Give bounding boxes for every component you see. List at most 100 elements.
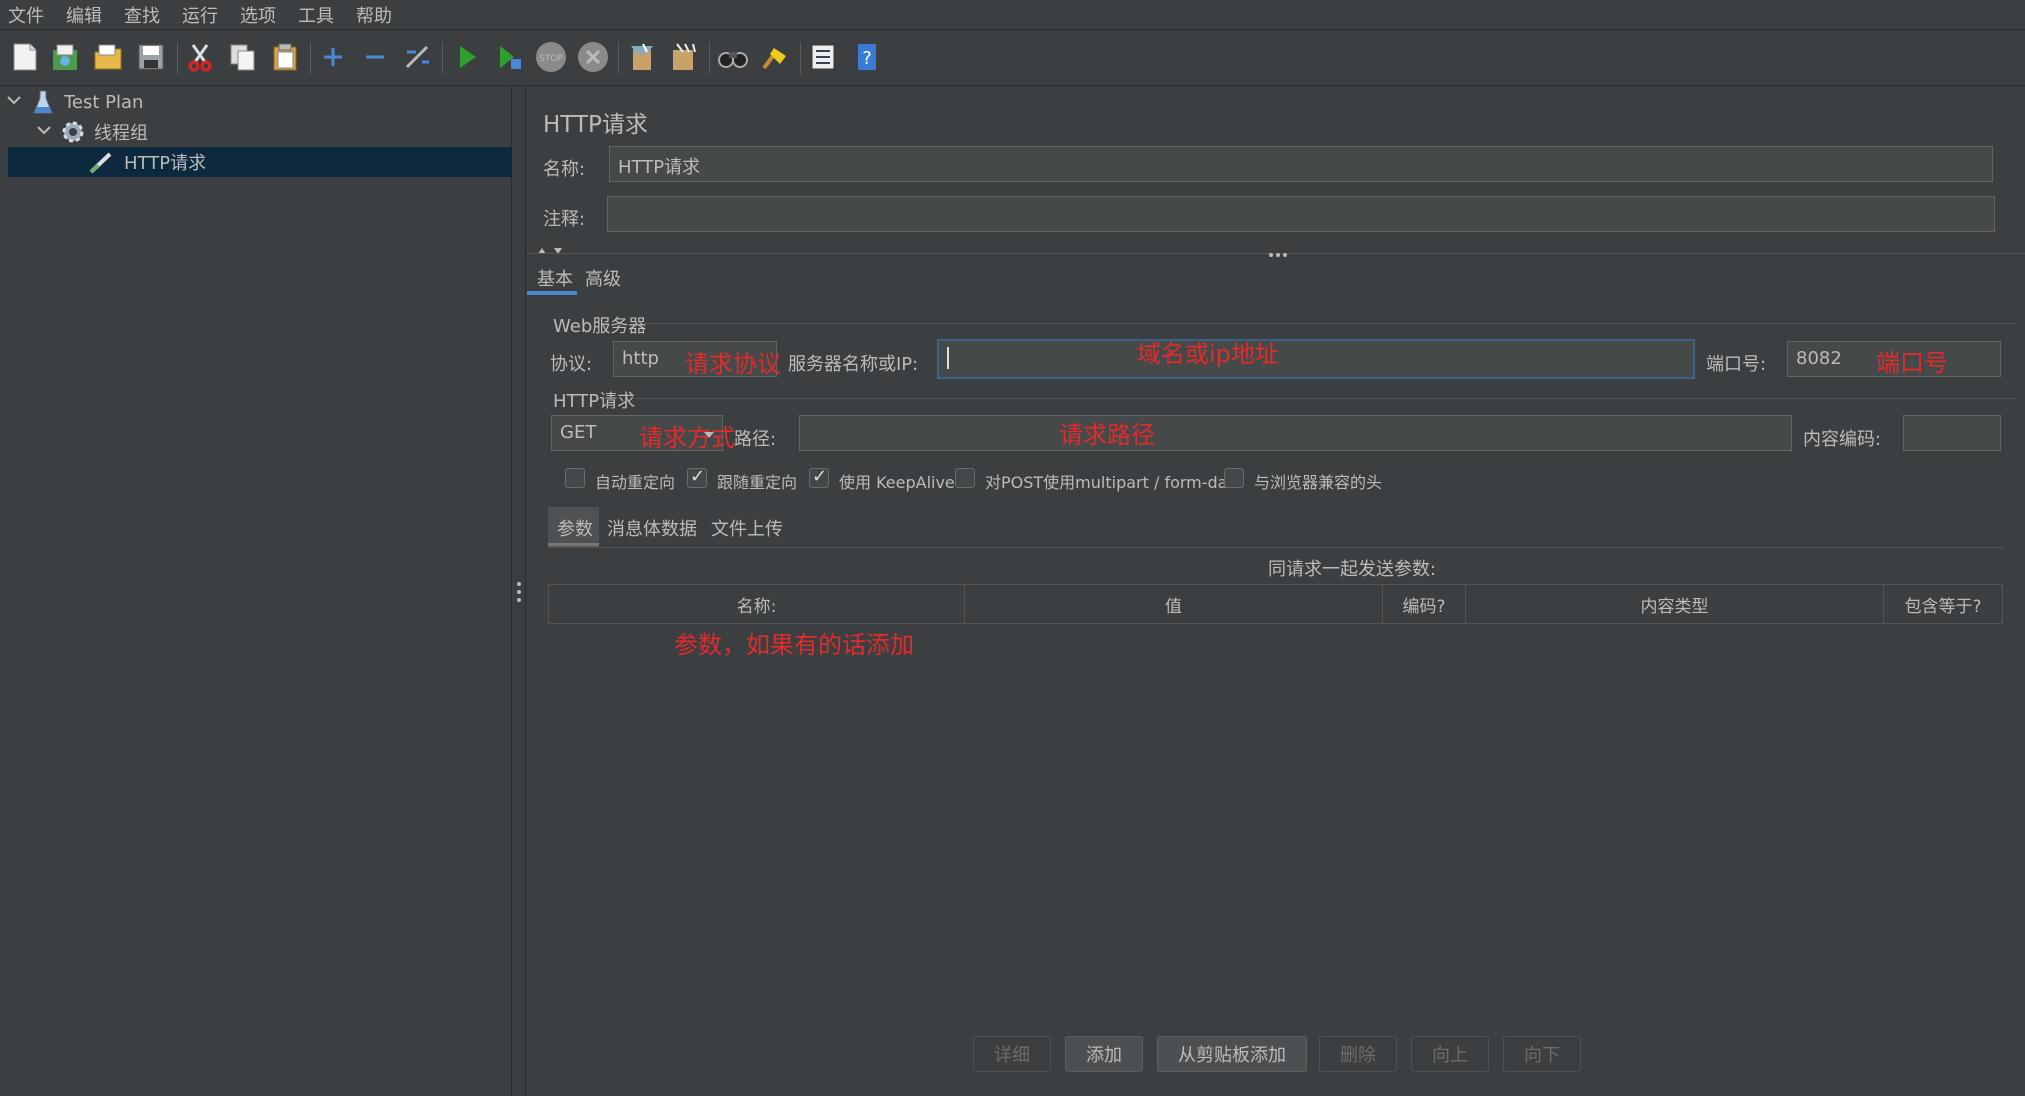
menu-options[interactable]: 选项 [240, 2, 276, 28]
col-value[interactable]: 值 [964, 584, 1382, 624]
tab-basic[interactable]: 基本 [537, 265, 573, 291]
col-encode-label: 编码? [1402, 596, 1446, 617]
toolbar: STOP ? [0, 32, 2025, 86]
web-server-group-label: Web服务器 [553, 316, 647, 337]
test-plan-tree: Test Plan 线程组 HTTP请求 [0, 87, 512, 1096]
tab-file-upload[interactable]: 文件上传 [711, 515, 783, 541]
col-content-type-label: 内容类型 [1640, 596, 1709, 617]
open-icon[interactable] [91, 40, 125, 74]
clear-all-icon[interactable] [667, 40, 701, 74]
menu-tools[interactable]: 工具 [298, 2, 334, 28]
menu-search[interactable]: 查找 [124, 2, 160, 28]
tree-node-thread-group[interactable]: 线程组 [0, 117, 512, 147]
flask-icon [32, 89, 54, 120]
reset-search-icon[interactable] [758, 40, 792, 74]
save-icon[interactable] [134, 40, 168, 74]
detail-button[interactable]: 详细 [973, 1036, 1051, 1072]
tab-divider [548, 547, 2003, 548]
delete-button[interactable]: 删除 [1319, 1036, 1397, 1072]
tree-label-thread-group: 线程组 [94, 123, 148, 144]
encoding-input[interactable] [1903, 415, 2001, 451]
name-input[interactable]: HTTP请求 [609, 146, 1993, 182]
start-no-pause-icon[interactable] [492, 40, 526, 74]
gear-icon [60, 119, 86, 150]
multipart-label: 对POST使用multipart / form-data [985, 473, 1244, 492]
annotation-method: 请求方式 [639, 424, 735, 452]
auto-redirect-checkbox[interactable] [565, 468, 585, 488]
keepalive-checkbox[interactable] [809, 466, 829, 488]
chevron-down-icon[interactable] [34, 120, 54, 145]
group-divider [645, 323, 2015, 324]
tab-advanced[interactable]: 高级 [585, 265, 621, 291]
menu-run[interactable]: 运行 [182, 2, 218, 28]
comment-label: 注释: [543, 209, 586, 230]
annotation-server: 域名或ip地址 [1137, 340, 1279, 368]
annotation-path: 请求路径 [1059, 421, 1155, 449]
svg-text:STOP: STOP [539, 54, 563, 64]
http-request-group-label: HTTP请求 [553, 391, 636, 412]
text-cursor [947, 347, 949, 369]
clear-icon[interactable] [625, 40, 659, 74]
tree-node-test-plan[interactable]: Test Plan [0, 87, 512, 117]
encoding-label: 内容编码: [1803, 429, 1882, 450]
col-encode[interactable]: 编码? [1382, 584, 1465, 624]
menu-bar: 文件 编辑 查找 运行 选项 工具 帮助 [0, 0, 2025, 30]
auto-redirect-label: 自动重定向 [595, 473, 676, 492]
paste-icon[interactable] [268, 40, 302, 74]
more-icon[interactable] [1268, 243, 1288, 264]
cut-icon[interactable] [183, 40, 217, 74]
params-caption: 同请求一起发送参数: [1267, 559, 1437, 580]
browser-headers-label: 与浏览器兼容的头 [1254, 473, 1383, 492]
add-button[interactable]: 添加 [1065, 1036, 1143, 1072]
start-icon[interactable] [450, 40, 484, 74]
tree-node-http-request[interactable]: HTTP请求 [8, 147, 512, 177]
follow-redirect-checkbox[interactable] [687, 466, 707, 488]
new-icon[interactable] [8, 40, 42, 74]
server-input[interactable] [937, 339, 1695, 379]
split-arrows-icon[interactable] [535, 241, 565, 262]
templates-icon[interactable] [48, 40, 82, 74]
tab-params-underline [548, 543, 599, 546]
keepalive-label: 使用 KeepAlive [839, 473, 955, 492]
copy-icon[interactable] [226, 40, 260, 74]
help-icon[interactable]: ? [850, 40, 884, 74]
move-up-button[interactable]: 向上 [1411, 1036, 1489, 1072]
search-icon[interactable] [716, 40, 750, 74]
http-request-panel: HTTP请求 名称: HTTP请求 注释: 基本 高级 Web服务器 协议: h… [527, 87, 2025, 1096]
path-label: 路径: [734, 429, 777, 450]
tab-basic-underline [527, 291, 577, 295]
menu-file[interactable]: 文件 [8, 2, 44, 28]
protocol-label: 协议: [550, 354, 593, 375]
annotation-params: 参数，如果有的话添加 [674, 631, 914, 659]
comment-input[interactable] [607, 196, 1995, 232]
annotation-protocol: 请求协议 [685, 350, 781, 378]
path-input[interactable] [799, 415, 1792, 451]
expand-icon[interactable] [316, 40, 350, 74]
chevron-down-icon[interactable] [4, 90, 24, 115]
function-helper-icon[interactable] [806, 40, 840, 74]
col-content-type[interactable]: 内容类型 [1465, 584, 1883, 624]
collapse-icon[interactable] [358, 40, 392, 74]
tree-splitter[interactable] [512, 87, 526, 1096]
multipart-checkbox[interactable] [955, 468, 975, 488]
browser-headers-checkbox[interactable] [1224, 468, 1244, 488]
tree-label-test-plan: Test Plan [64, 91, 144, 113]
follow-redirect-label: 跟随重定向 [717, 473, 798, 492]
move-down-button[interactable]: 向下 [1503, 1036, 1581, 1072]
tab-params[interactable]: 参数 [557, 515, 593, 541]
annotation-port: 端口号 [1876, 349, 1948, 377]
svg-text:?: ? [862, 48, 872, 69]
col-include-equals[interactable]: 包含等于? [1883, 584, 2003, 624]
toggle-icon[interactable] [400, 40, 434, 74]
menu-help[interactable]: 帮助 [356, 2, 392, 28]
shutdown-icon[interactable] [576, 40, 610, 74]
menu-edit[interactable]: 编辑 [66, 2, 102, 28]
port-label: 端口号: [1706, 354, 1767, 375]
stop-icon[interactable]: STOP [534, 40, 568, 74]
col-name[interactable]: 名称: [548, 584, 964, 624]
tab-body-data[interactable]: 消息体数据 [607, 515, 697, 541]
method-value: GET [560, 422, 597, 443]
group-divider [635, 398, 2015, 399]
col-value-label: 值 [1165, 596, 1182, 617]
add-from-clipboard-button[interactable]: 从剪贴板添加 [1157, 1036, 1307, 1072]
